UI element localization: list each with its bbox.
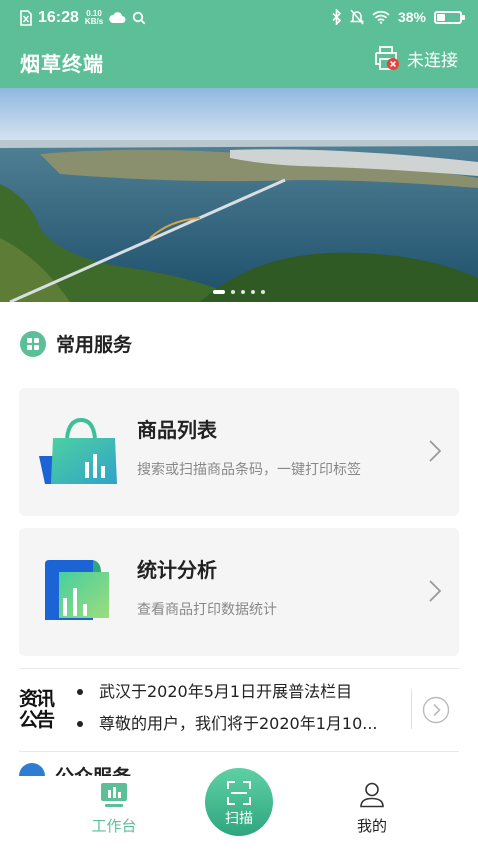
product-list-card[interactable]: 商品列表 搜索或扫描商品条码，一键打印标签 [19,388,459,516]
statistics-chart-icon [45,560,109,620]
workbench-icon [101,783,127,807]
shopping-bag-chart-icon [39,418,117,484]
section-title: 常用服务 [56,334,133,356]
scan-button[interactable]: 扫描 [205,768,273,836]
carousel-indicator [0,290,478,294]
scan-label: 扫描 [225,811,253,827]
app-title: 烟草终端 [20,52,104,76]
divider [411,689,412,729]
announcement-item[interactable]: 武汉于2020年5月1日开展普法栏目 [77,679,378,711]
card-title: 统计分析 [137,558,217,582]
announcement-panel[interactable]: 资讯 公告 武汉于2020年5月1日开展普法栏目 尊敬的用户，我们将于2020年… [19,668,459,752]
app-bar: 烟草终端 未连接 [0,36,478,88]
chevron-right-icon [429,580,441,602]
wifi-icon [372,10,390,24]
battery-icon [434,10,465,24]
carousel-dot[interactable] [213,290,225,294]
tab-workbench[interactable]: 工作台 [64,782,164,836]
circle-arrow-right-icon[interactable] [422,696,450,724]
grid-icon [20,330,46,357]
cloud-icon [109,12,126,23]
printer-disconnected-icon [373,45,401,71]
net-speed: 0.10 KB/s [84,9,104,26]
chevron-right-icon [429,440,441,462]
status-time: 16:28 [38,9,79,26]
carousel-dot[interactable] [231,290,235,294]
announcement-item[interactable]: 尊敬的用户，我们将于2020年1月10... [77,711,378,743]
statistics-card[interactable]: 统计分析 查看商品打印数据统计 [19,528,459,656]
status-bar: 16:28 0.10 KB/s 38% [0,0,478,36]
carousel-dot[interactable] [241,290,245,294]
tab-label: 我的 [356,817,387,835]
mute-bell-icon [349,9,364,25]
banner-image-bridge [0,88,478,302]
sim-card-icon [20,10,32,26]
card-description: 搜索或扫描商品条码，一键打印标签 [137,462,361,478]
bluetooth-icon [332,9,342,25]
printer-status-label: 未连接 [407,50,458,71]
carousel-dot[interactable] [261,290,265,294]
announcement-logo: 资讯 公告 [19,688,55,731]
card-description: 查看商品打印数据统计 [137,602,277,618]
common-services-header: 常用服务 [20,330,132,357]
printer-status-button[interactable]: 未连接 [373,45,458,71]
search-icon [132,11,146,25]
announcement-list: 武汉于2020年5月1日开展普法栏目 尊敬的用户，我们将于2020年1月10..… [77,679,378,743]
scan-frame-icon [227,781,251,805]
tab-mine[interactable]: 我的 [322,782,422,836]
battery-percent: 38% [397,9,426,25]
card-title: 商品列表 [137,418,217,442]
tab-label: 工作台 [91,817,137,835]
user-icon [360,782,384,808]
banner-carousel[interactable] [0,88,478,302]
carousel-dot[interactable] [251,290,255,294]
